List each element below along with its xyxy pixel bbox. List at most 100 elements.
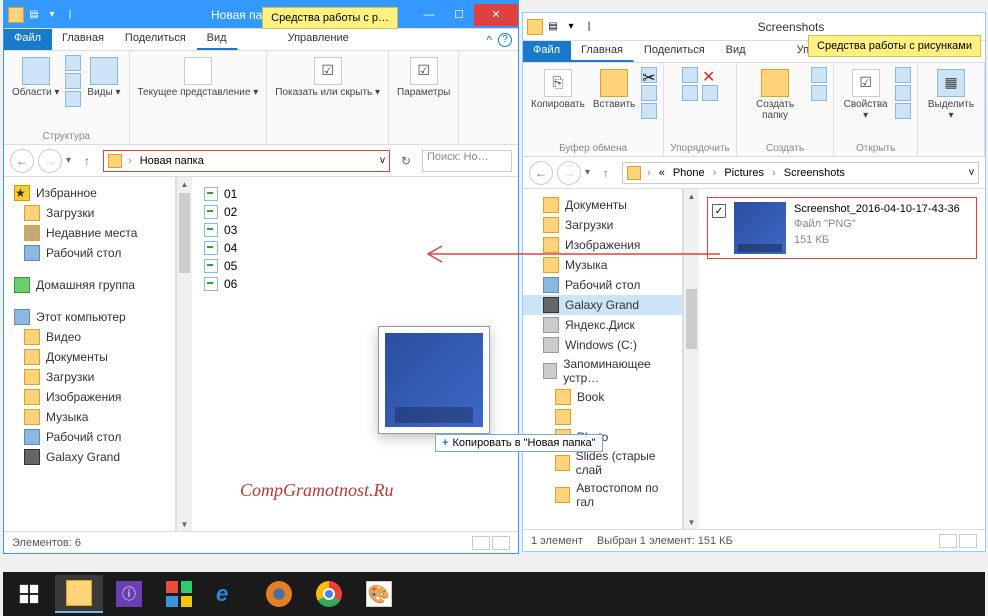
nav-history-dropdown[interactable]: ▾ xyxy=(66,155,71,166)
history-icon[interactable] xyxy=(895,103,911,119)
minimize-button[interactable]: — xyxy=(414,4,444,26)
ribbon-currentview-button[interactable]: Текущее представление ▾ xyxy=(136,55,261,100)
context-tab-badge[interactable]: Средства работы с рисунками xyxy=(808,35,981,57)
nav-item[interactable]: Яндекс.Диск xyxy=(523,315,682,335)
nav-forward-button[interactable]: → xyxy=(38,149,62,173)
tab-view[interactable]: Вид xyxy=(197,29,238,50)
ribbon-properties-button[interactable]: ☑Свойства ▾ xyxy=(840,67,891,123)
context-tab-badge[interactable]: Средства работы с р… xyxy=(262,7,398,29)
taskbar[interactable]: ⓘ e 🎨 xyxy=(3,572,985,616)
moveto-icon[interactable] xyxy=(682,67,698,83)
tab-view[interactable]: Вид xyxy=(716,41,757,62)
file-list-pane[interactable]: ✓ Screenshot_2016-04-10-17-43-36 Файл "P… xyxy=(699,189,985,529)
nav-up-button[interactable]: ↑ xyxy=(75,149,99,173)
nav-item[interactable]: Изображения xyxy=(4,387,175,407)
nav-history-dropdown[interactable]: ▾ xyxy=(585,167,590,178)
copyto-icon[interactable] xyxy=(682,85,698,101)
qat-icon[interactable]: ▤ xyxy=(545,19,561,35)
breadcrumb[interactable]: « xyxy=(657,167,667,179)
nav-favorites[interactable]: ★Избранное xyxy=(4,183,175,203)
nav-item[interactable]: Загрузки xyxy=(4,367,175,387)
qat-dropdown-icon[interactable]: ▾ xyxy=(44,7,60,23)
start-button[interactable] xyxy=(5,575,53,613)
address-dropdown-icon[interactable]: v xyxy=(380,155,385,166)
refresh-button[interactable]: ↻ xyxy=(394,149,418,173)
view-thumbs-icon[interactable] xyxy=(959,534,977,548)
ribbon-select-button[interactable]: ▦Выделить ▾ xyxy=(924,67,978,123)
ribbon-options-button[interactable]: ☑Параметры xyxy=(395,55,452,100)
breadcrumb[interactable]: Phone xyxy=(671,167,707,179)
file-item[interactable]: 03 xyxy=(200,221,510,239)
nav-item[interactable]: Документы xyxy=(523,195,682,215)
help-icon[interactable]: ? xyxy=(498,33,512,47)
nav-item[interactable]: Автостопом по гал xyxy=(523,479,682,511)
tab-share[interactable]: Поделиться xyxy=(634,41,716,62)
open-icon[interactable] xyxy=(895,67,911,83)
taskbar-app[interactable]: ⓘ xyxy=(105,575,153,613)
file-item[interactable]: 01 xyxy=(200,185,510,203)
nav-item[interactable]: Недавние места xyxy=(4,223,175,243)
tab-file[interactable]: Файл xyxy=(523,41,571,62)
rename-icon[interactable] xyxy=(702,85,718,101)
address-bar[interactable]: Новая папка v xyxy=(103,150,390,172)
taskbar-ie[interactable]: e xyxy=(205,575,253,613)
ribbon-views-button[interactable]: Виды ▾ xyxy=(85,55,122,100)
view-details-icon[interactable] xyxy=(939,534,957,548)
maximize-button[interactable]: ☐ xyxy=(444,4,474,26)
titlebar[interactable]: ▤ ▾ | Новая папка Средства работы с р… —… xyxy=(4,1,518,29)
nav-item[interactable]: Рабочий стол xyxy=(4,427,175,447)
file-item[interactable]: 06 xyxy=(200,275,510,293)
nav-item[interactable]: Рабочий стол xyxy=(523,275,682,295)
nav-item[interactable]: Документы xyxy=(4,347,175,367)
close-button[interactable]: ✕ xyxy=(474,4,518,26)
ribbon-collapse-icon[interactable]: ^ xyxy=(486,33,492,47)
nav-item[interactable]: Загрузки xyxy=(523,215,682,235)
nav-scrollbar[interactable]: ▲▼ xyxy=(176,177,192,531)
delete-icon[interactable]: ✕ xyxy=(702,67,718,83)
qat-dropdown-icon[interactable]: ▾ xyxy=(563,19,579,35)
taskbar-chrome[interactable] xyxy=(305,575,353,613)
nav-item[interactable]: Видео xyxy=(4,327,175,347)
nav-forward-button[interactable]: → xyxy=(557,161,581,185)
layout-icon[interactable] xyxy=(65,55,81,71)
copypath-icon[interactable] xyxy=(641,85,657,101)
file-item-selected[interactable]: ✓ Screenshot_2016-04-10-17-43-36 Файл "P… xyxy=(707,197,977,259)
ribbon-showhide-button[interactable]: ☑Показать или скрыть ▾ xyxy=(273,55,382,100)
easyaccess-icon[interactable] xyxy=(811,85,827,101)
layout-icon[interactable] xyxy=(65,91,81,107)
nav-item[interactable]: Рабочий стол xyxy=(4,243,175,263)
nav-back-button[interactable]: ← xyxy=(529,161,553,185)
ribbon-newfolder-button[interactable]: Создать папку xyxy=(743,67,808,123)
address-bar[interactable]: « Phone Pictures Screenshots v xyxy=(622,162,979,184)
view-thumbs-icon[interactable] xyxy=(492,536,510,550)
ribbon-paste-button[interactable]: Вставить xyxy=(591,67,637,112)
ribbon-panes-button[interactable]: Области ▾ xyxy=(10,55,61,100)
nav-item-phone[interactable]: Galaxy Grand xyxy=(523,295,682,315)
nav-item[interactable]: Загрузки xyxy=(4,203,175,223)
nav-item[interactable]: Музыка xyxy=(4,407,175,427)
tab-file[interactable]: Файл xyxy=(4,29,52,50)
navigation-pane[interactable]: ★Избранное Загрузки Недавние места Рабоч… xyxy=(4,177,176,531)
breadcrumb[interactable]: Pictures xyxy=(722,167,766,179)
tab-share[interactable]: Поделиться xyxy=(115,29,197,50)
file-item[interactable]: 02 xyxy=(200,203,510,221)
nav-back-button[interactable]: ← xyxy=(10,149,34,173)
taskbar-paint[interactable]: 🎨 xyxy=(355,575,403,613)
newitem-icon[interactable] xyxy=(811,67,827,83)
taskbar-app[interactable] xyxy=(155,575,203,613)
ribbon-copy-button[interactable]: ⎘Копировать xyxy=(529,67,587,112)
nav-up-button[interactable]: ↑ xyxy=(594,161,618,185)
edit-icon[interactable] xyxy=(895,85,911,101)
view-details-icon[interactable] xyxy=(472,536,490,550)
nav-item[interactable]: Book xyxy=(523,387,682,407)
address-dropdown-icon[interactable]: v xyxy=(969,167,974,178)
tab-manage[interactable]: Управление xyxy=(278,29,360,50)
checkbox-icon[interactable]: ✓ xyxy=(712,204,726,218)
breadcrumb[interactable]: Новая папка xyxy=(138,155,206,167)
layout-icon[interactable] xyxy=(65,73,81,89)
cut-icon[interactable]: ✂ xyxy=(641,67,657,83)
taskbar-explorer[interactable] xyxy=(55,575,103,613)
taskbar-firefox[interactable] xyxy=(255,575,303,613)
search-input[interactable]: Поиск: Но… xyxy=(422,150,512,172)
nav-item[interactable]: Запоминающее устр… xyxy=(523,355,682,387)
